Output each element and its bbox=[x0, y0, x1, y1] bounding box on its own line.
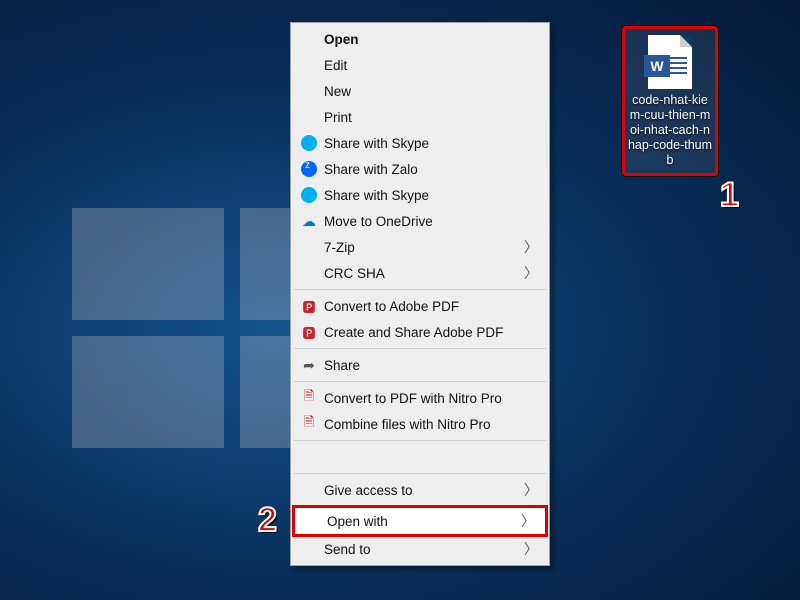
menu-combine-nitro[interactable]: 🗎 Combine files with Nitro Pro bbox=[292, 411, 548, 437]
adobe-pdf-share-icon: 🅿 bbox=[298, 323, 320, 341]
menu-separator bbox=[294, 348, 546, 349]
annotation-badge-2: 2 bbox=[258, 501, 277, 540]
menu-create-share-adobe-pdf[interactable]: 🅿 Create and Share Adobe PDF bbox=[292, 319, 548, 345]
skype-icon bbox=[298, 134, 320, 152]
menu-new[interactable]: New bbox=[292, 78, 548, 104]
chevron-right-icon: 〉 bbox=[521, 511, 535, 531]
menu-edit[interactable]: Edit bbox=[292, 52, 548, 78]
menu-convert-adobe-pdf[interactable]: 🅿 Convert to Adobe PDF bbox=[292, 293, 548, 319]
file-name-label: code-nhat-kiem-cuu-thien-moi-nhat-cach-n… bbox=[625, 93, 715, 168]
chevron-right-icon: 〉 bbox=[524, 480, 538, 500]
menu-separator bbox=[294, 289, 546, 290]
desktop-file-selected[interactable]: W code-nhat-kiem-cuu-thien-moi-nhat-cach… bbox=[622, 26, 718, 176]
menu-share-zalo[interactable]: Share with Zalo bbox=[292, 156, 548, 182]
menu-crc-sha[interactable]: CRC SHA 〉 bbox=[292, 260, 548, 286]
chevron-right-icon: 〉 bbox=[524, 263, 538, 283]
menu-print[interactable]: Print bbox=[292, 104, 548, 130]
menu-open-with[interactable]: Open with 〉 bbox=[292, 505, 548, 537]
menu-share-skype-2[interactable]: Share with Skype bbox=[292, 182, 548, 208]
adobe-pdf-icon: 🅿 bbox=[298, 297, 320, 315]
menu-move-onedrive[interactable]: ☁ Move to OneDrive bbox=[292, 208, 548, 234]
share-icon: ➦ bbox=[298, 356, 320, 374]
menu-share-skype[interactable]: Share with Skype bbox=[292, 130, 548, 156]
annotation-badge-1: 1 bbox=[720, 176, 739, 215]
menu-give-access[interactable]: Give access to 〉 bbox=[292, 477, 548, 503]
word-document-icon: W bbox=[648, 35, 692, 89]
menu-share[interactable]: ➦ Share bbox=[292, 352, 548, 378]
menu-7zip[interactable]: 7-Zip 〉 bbox=[292, 234, 548, 260]
skype-icon bbox=[298, 186, 320, 204]
zalo-icon bbox=[298, 160, 320, 178]
menu-separator bbox=[294, 381, 546, 382]
menu-separator bbox=[294, 440, 546, 441]
chevron-right-icon: 〉 bbox=[524, 237, 538, 257]
menu-separator bbox=[294, 473, 546, 474]
file-context-menu: Open Edit New Print Share with Skype Sha… bbox=[290, 22, 550, 566]
menu-open[interactable]: Open bbox=[292, 26, 548, 52]
nitro-combine-icon: 🗎 bbox=[298, 415, 320, 433]
menu-convert-nitro[interactable]: 🗎 Convert to PDF with Nitro Pro bbox=[292, 385, 548, 411]
onedrive-icon: ☁ bbox=[298, 212, 320, 230]
menu-send-to[interactable]: Send to 〉 bbox=[292, 536, 548, 562]
word-badge: W bbox=[644, 55, 670, 77]
chevron-right-icon: 〉 bbox=[524, 539, 538, 559]
nitro-pdf-icon: 🗎 bbox=[298, 389, 320, 407]
